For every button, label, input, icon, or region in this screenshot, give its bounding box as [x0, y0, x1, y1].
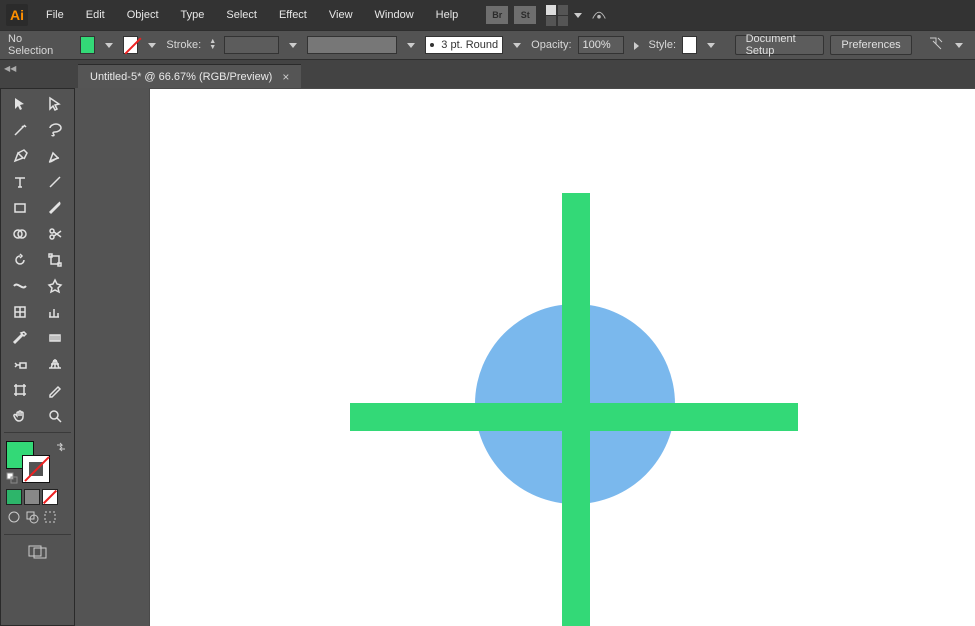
- draw-normal-icon[interactable]: [7, 510, 21, 527]
- lasso-tool[interactable]: [39, 118, 72, 142]
- free-transform-tool[interactable]: [39, 248, 72, 272]
- opacity-field[interactable]: 100%: [578, 36, 624, 54]
- brush-definition[interactable]: 3 pt. Round: [425, 36, 503, 54]
- default-fill-stroke-icon[interactable]: [6, 472, 18, 487]
- artboard-tool[interactable]: [4, 378, 37, 402]
- document-setup-button[interactable]: Document Setup: [735, 35, 825, 55]
- puppet-warp-tool[interactable]: [39, 274, 72, 298]
- chevron-down-icon: [574, 13, 582, 18]
- style-dropdown[interactable]: [703, 40, 719, 50]
- color-mode-gradient[interactable]: [24, 489, 40, 505]
- arrange-documents[interactable]: [546, 5, 582, 26]
- stroke-dropdown[interactable]: [144, 40, 160, 50]
- fill-stroke-indicator[interactable]: [6, 441, 69, 483]
- brush-dot-icon: [430, 43, 434, 47]
- app-logo-text: Ai: [10, 7, 24, 23]
- swap-fill-stroke-icon[interactable]: [55, 441, 67, 456]
- stroke-weight-dropdown[interactable]: [285, 40, 301, 50]
- menu-window[interactable]: Window: [365, 3, 424, 27]
- stroke-weight-field[interactable]: [224, 36, 279, 54]
- perspective-grid-tool[interactable]: [39, 352, 72, 376]
- color-mode-row: [4, 487, 71, 507]
- document-tab-title: Untitled-5* @ 66.67% (RGB/Preview): [90, 71, 272, 83]
- opacity-dropdown[interactable]: [630, 40, 643, 50]
- shape-builder-tool[interactable]: [4, 222, 37, 246]
- draw-behind-icon[interactable]: [25, 510, 39, 527]
- paintbrush-tool[interactable]: [39, 196, 72, 220]
- artboard[interactable]: [149, 88, 975, 626]
- menu-select[interactable]: Select: [216, 3, 267, 27]
- draw-inside-icon[interactable]: [43, 510, 57, 527]
- brush-dropdown[interactable]: [509, 40, 525, 50]
- color-mode-none[interactable]: [42, 489, 58, 505]
- draw-mode-row: [4, 507, 71, 530]
- fill-dropdown[interactable]: [101, 40, 117, 50]
- menu-effect[interactable]: Effect: [269, 3, 317, 27]
- mesh-tool[interactable]: [4, 300, 37, 324]
- app-logo: Ai: [6, 4, 28, 26]
- curvature-tool[interactable]: [39, 144, 72, 168]
- menu-help[interactable]: Help: [426, 3, 469, 27]
- gpu-preview-icon[interactable]: [590, 7, 608, 24]
- screen-mode-button[interactable]: [4, 539, 71, 565]
- line-tool[interactable]: [39, 170, 72, 194]
- align-pin-icon[interactable]: [927, 35, 945, 56]
- hand-tool[interactable]: [4, 404, 37, 428]
- fill-swatch[interactable]: [80, 36, 95, 54]
- type-tool[interactable]: [4, 170, 37, 194]
- symbol-sprayer-tool[interactable]: [4, 352, 37, 376]
- selection-tool[interactable]: [4, 92, 37, 116]
- stroke-color-box[interactable]: [22, 455, 50, 483]
- menu-edit[interactable]: Edit: [76, 3, 115, 27]
- menu-bar: Ai File Edit Object Type Select Effect V…: [0, 0, 975, 30]
- align-dropdown[interactable]: [951, 40, 967, 50]
- stroke-weight-stepper[interactable]: ▲▼: [207, 39, 218, 51]
- zoom-tool[interactable]: [39, 404, 72, 428]
- rectangle-tool[interactable]: [4, 196, 37, 220]
- menu-type[interactable]: Type: [171, 3, 215, 27]
- variable-width-profile[interactable]: [307, 36, 397, 54]
- document-tab-bar: Untitled-5* @ 66.67% (RGB/Preview) ×: [0, 60, 975, 88]
- document-tab[interactable]: Untitled-5* @ 66.67% (RGB/Preview) ×: [78, 64, 301, 88]
- brush-name: 3 pt. Round: [441, 39, 498, 51]
- vwp-dropdown[interactable]: [403, 40, 419, 50]
- scissors-tool[interactable]: [39, 222, 72, 246]
- tools-panel: [0, 88, 75, 626]
- slice-tool[interactable]: [39, 378, 72, 402]
- menu-view[interactable]: View: [319, 3, 363, 27]
- column-graph-tool[interactable]: [39, 300, 72, 324]
- opacity-value: 100%: [583, 39, 611, 51]
- menu-object[interactable]: Object: [117, 3, 169, 27]
- control-bar: No Selection Stroke: ▲▼ 3 pt. Round Opac…: [0, 30, 975, 60]
- style-label: Style:: [649, 39, 677, 51]
- stroke-swatch[interactable]: [123, 36, 138, 54]
- stroke-label: Stroke:: [166, 39, 201, 51]
- preferences-button[interactable]: Preferences: [830, 35, 911, 55]
- eyedropper-tool[interactable]: [4, 326, 37, 350]
- gradient-tool[interactable]: [39, 326, 72, 350]
- stock-icon[interactable]: St: [514, 6, 536, 24]
- selection-status: No Selection: [8, 33, 60, 57]
- bridge-icon[interactable]: Br: [486, 6, 508, 24]
- panel-collapse-handle[interactable]: ◀◀: [4, 64, 16, 74]
- menu-file[interactable]: File: [36, 3, 74, 27]
- direct-selection-tool[interactable]: [39, 92, 72, 116]
- tools-grid: [4, 92, 71, 428]
- artwork-vertical-bar[interactable]: [562, 193, 590, 626]
- opacity-label: Opacity:: [531, 39, 571, 51]
- magic-wand-tool[interactable]: [4, 118, 37, 142]
- tab-close-button[interactable]: ×: [282, 70, 289, 84]
- color-mode-solid[interactable]: [6, 489, 22, 505]
- rotate-tool[interactable]: [4, 248, 37, 272]
- work-area: [0, 88, 975, 626]
- pen-tool[interactable]: [4, 144, 37, 168]
- canvas[interactable]: [75, 88, 975, 626]
- width-tool[interactable]: [4, 274, 37, 298]
- graphic-style-swatch[interactable]: [682, 36, 697, 54]
